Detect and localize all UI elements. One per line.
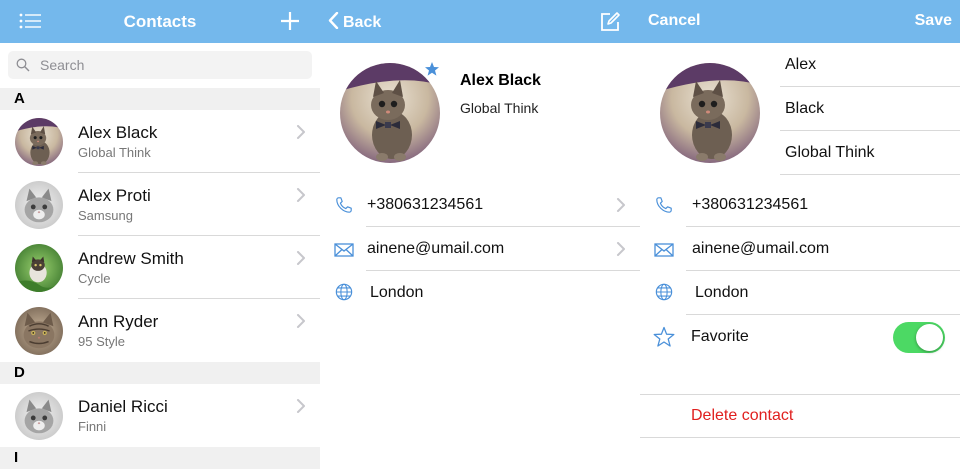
- chevron-right-icon: [616, 198, 626, 212]
- email-row[interactable]: ainene@umail.com: [320, 227, 640, 271]
- phone-row[interactable]: +380631234561: [320, 183, 640, 227]
- mail-icon: [654, 241, 674, 259]
- contact-name: Alex Black: [78, 123, 158, 142]
- edit-contact-screen: Cancel Save +380631234561 ainene@umail.c…: [640, 0, 960, 470]
- contact-row[interactable]: Daniel Ricci Finni: [0, 384, 320, 447]
- chevron-right-icon: [296, 314, 306, 328]
- favorite-star-icon: [425, 62, 439, 76]
- phone-number: +380631234561: [367, 196, 484, 213]
- contact-name: Daniel Ricci: [78, 397, 168, 416]
- last-name-field: [780, 87, 960, 131]
- contact-row[interactable]: Ann Ryder 95 Style: [0, 299, 320, 362]
- toggle-knob: [916, 324, 943, 351]
- email-address: ainene@umail.com: [367, 240, 505, 257]
- contact-name: Ann Ryder: [78, 312, 159, 331]
- cancel-button[interactable]: Cancel: [648, 12, 700, 30]
- city-name: London: [370, 284, 424, 301]
- contact-photo[interactable]: [660, 63, 760, 163]
- avatar: [15, 181, 63, 229]
- contact-company: Samsung: [78, 208, 133, 223]
- contact-company: Cycle: [78, 271, 111, 286]
- company-input[interactable]: [785, 142, 955, 164]
- avatar: [15, 307, 63, 355]
- detail-nav-bar: Back: [320, 0, 640, 43]
- delete-contact-button[interactable]: Delete contact: [640, 394, 960, 438]
- page-title: Contacts: [123, 12, 197, 31]
- first-name-field: [780, 43, 960, 87]
- chevron-right-icon: [616, 242, 626, 256]
- contact-photo: [340, 63, 440, 163]
- edit-nav-bar: Cancel Save: [640, 0, 960, 43]
- chevron-left-icon: [328, 11, 339, 30]
- email-row[interactable]: ainene@umail.com: [640, 227, 960, 271]
- star-outline-icon: [653, 326, 675, 347]
- section-header: I: [0, 447, 320, 469]
- globe-icon: [334, 283, 354, 301]
- search-input[interactable]: [40, 55, 300, 75]
- contact-name: Andrew Smith: [78, 249, 184, 268]
- contact-row[interactable]: Alex Proti Samsung: [0, 173, 320, 236]
- contact-row[interactable]: Andrew Smith Cycle: [0, 236, 320, 299]
- contact-company: Global Think: [460, 100, 539, 116]
- back-label: Back: [343, 14, 382, 31]
- contact-name: Alex Proti: [78, 186, 151, 205]
- contact-detail-screen: Back Alex Black Global Think +3806312345…: [320, 0, 640, 470]
- chevron-right-icon: [296, 188, 306, 202]
- mail-icon: [334, 241, 354, 259]
- first-name-input[interactable]: [785, 54, 955, 76]
- phone-row[interactable]: +380631234561: [640, 183, 960, 227]
- contact-name: Alex Black: [460, 72, 541, 89]
- last-name-input[interactable]: [785, 98, 955, 120]
- avatar: [15, 118, 63, 166]
- city-row[interactable]: London: [640, 271, 960, 315]
- chevron-right-icon: [296, 399, 306, 413]
- delete-label: Delete contact: [691, 407, 794, 424]
- contact-company: Global Think: [78, 145, 151, 160]
- contact-company: 95 Style: [78, 334, 125, 349]
- section-header: D: [0, 362, 320, 384]
- chevron-right-icon: [296, 125, 306, 139]
- company-field: [780, 131, 960, 175]
- phone-icon: [654, 196, 674, 214]
- contact-company: Finni: [78, 419, 107, 434]
- search-icon: [16, 58, 30, 72]
- avatar: [15, 392, 63, 440]
- phone-icon: [334, 196, 354, 214]
- avatar: [15, 244, 63, 292]
- favorite-label: Favorite: [691, 328, 749, 345]
- search-bar: [0, 43, 320, 88]
- email-address[interactable]: ainene@umail.com: [692, 240, 829, 258]
- search-box[interactable]: [8, 51, 312, 79]
- contact-row[interactable]: Alex Black Global Think: [0, 110, 320, 173]
- city-row: London: [320, 271, 640, 315]
- chevron-right-icon: [296, 251, 306, 265]
- edit-icon[interactable]: [600, 12, 620, 37]
- section-header: A: [0, 88, 320, 110]
- favorite-toggle[interactable]: [893, 322, 945, 353]
- contacts-nav-bar: Contacts: [0, 0, 320, 43]
- city-name[interactable]: London: [695, 284, 748, 302]
- plus-icon[interactable]: [281, 12, 299, 35]
- save-button[interactable]: Save: [915, 12, 952, 30]
- back-button[interactable]: Back: [328, 11, 382, 32]
- contacts-list-screen: Contacts A Alex Black Global Think Alex …: [0, 0, 320, 470]
- globe-icon: [654, 283, 674, 301]
- phone-number[interactable]: +380631234561: [692, 196, 808, 214]
- favorite-row: Favorite: [640, 315, 960, 359]
